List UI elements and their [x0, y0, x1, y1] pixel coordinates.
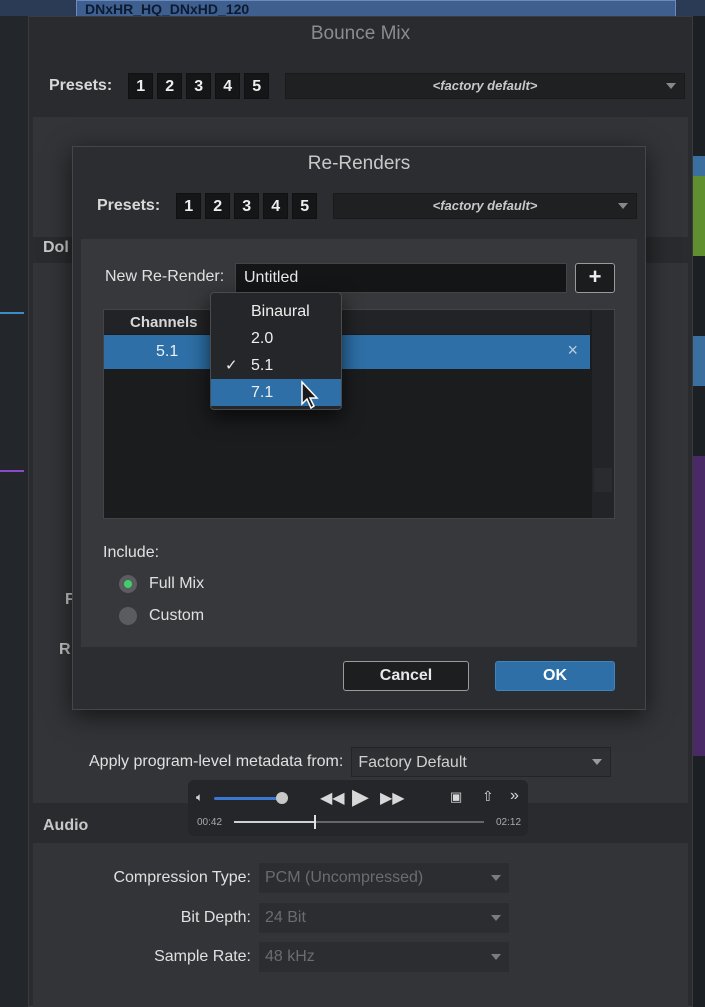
presets-label: Presets: — [49, 77, 113, 94]
menu-item-label: Binaural — [251, 303, 310, 320]
cancel-button[interactable]: Cancel — [343, 661, 469, 691]
re-renders-dialog: Re-Renders Presets: 1 2 3 4 5 <factory d… — [72, 146, 646, 710]
play-icon[interactable]: ▶ — [352, 784, 369, 810]
track-segment — [691, 336, 705, 386]
media-player: 🔈︎ ◀◀ ▶ ▶▶ ▣ ⇧ » 00:42 02:12 — [188, 780, 528, 836]
speaker-icon: 🔈︎ — [196, 790, 204, 804]
compression-label: Compression Type: — [113, 869, 251, 886]
sample-rate-value: 48 kHz — [265, 948, 315, 965]
sample-rate-row: Sample Rate: 48 kHz — [105, 942, 509, 972]
new-re-render-label: New Re-Render: — [105, 268, 225, 285]
total-time: 02:12 — [496, 817, 522, 828]
picture-in-picture-icon[interactable]: ▣ — [450, 789, 462, 805]
volume-slider[interactable] — [214, 797, 282, 800]
chevron-down-icon — [491, 954, 501, 960]
list-scrollbar[interactable] — [592, 310, 614, 518]
scrub-progress — [234, 821, 314, 823]
preset-select[interactable]: <factory default> — [285, 73, 685, 99]
preset-button-3[interactable]: 3 — [186, 73, 212, 99]
chevron-down-icon — [592, 759, 603, 765]
full-mix-label[interactable]: Full Mix — [149, 575, 204, 593]
chevron-down-icon — [666, 83, 676, 89]
volume-knob[interactable] — [276, 792, 288, 804]
include-label: Include: — [103, 544, 160, 561]
channel-value: 5.1 — [156, 343, 179, 360]
preset-button-5[interactable]: 5 — [244, 73, 270, 99]
preset-select[interactable]: <factory default> — [333, 193, 637, 219]
dialog-body: New Re-Render: Untitled + Channels 5.1 ×… — [81, 239, 637, 647]
bit-depth-value: 24 Bit — [265, 909, 306, 926]
scrollbar-thumb[interactable] — [594, 468, 612, 492]
presets-row: Presets: 1 2 3 4 5 — [49, 73, 273, 99]
chevron-down-icon — [618, 203, 628, 209]
compression-select[interactable]: PCM (Uncompressed) — [259, 863, 509, 893]
scrub-handle[interactable] — [314, 815, 316, 829]
full-mix-radio[interactable] — [119, 575, 137, 593]
chevron-right-icon[interactable]: » — [510, 787, 519, 805]
menu-item-label: 7.1 — [251, 384, 274, 401]
share-icon[interactable]: ⇧ — [482, 788, 494, 805]
preset-button-2[interactable]: 2 — [205, 193, 231, 219]
custom-label[interactable]: Custom — [149, 607, 204, 625]
custom-radio[interactable] — [119, 607, 137, 625]
menu-item-5-1[interactable]: ✓ 5.1 — [211, 352, 341, 379]
ok-button[interactable]: OK — [495, 661, 615, 691]
close-icon[interactable]: × — [567, 340, 578, 361]
chevron-down-icon — [491, 915, 501, 921]
channels-list: Channels 5.1 × — [103, 309, 615, 519]
rewind-icon[interactable]: ◀◀ — [320, 788, 345, 808]
daw-right-tracks — [691, 16, 705, 1007]
daw-track-line — [0, 312, 24, 314]
preset-button-5[interactable]: 5 — [292, 193, 318, 219]
bit-depth-select[interactable]: 24 Bit — [259, 903, 509, 933]
audio-section-label: Audio — [43, 817, 89, 834]
preset-button-1[interactable]: 1 — [176, 193, 202, 219]
add-re-render-button[interactable]: + — [575, 263, 615, 293]
menu-item-label: 2.0 — [251, 330, 274, 347]
menu-item-binaural[interactable]: Binaural — [211, 298, 341, 325]
compression-row: Compression Type: PCM (Uncompressed) — [105, 863, 509, 893]
bit-depth-row: Bit Depth: 24 Bit — [105, 903, 509, 933]
track-segment — [691, 456, 705, 756]
preset-button-3[interactable]: 3 — [234, 193, 260, 219]
current-time: 00:42 — [197, 817, 223, 828]
bit-depth-label: Bit Depth: — [180, 909, 251, 926]
apply-metadata-label: Apply program-level metadata from: — [89, 753, 344, 770]
sample-rate-select[interactable]: 48 kHz — [259, 942, 509, 972]
apply-metadata-select[interactable]: Factory Default — [351, 747, 612, 777]
checkmark-icon: ✓ — [225, 357, 238, 374]
compression-value: PCM (Uncompressed) — [265, 869, 424, 886]
apply-metadata-value: Factory Default — [358, 754, 467, 771]
preset-button-4[interactable]: 4 — [263, 193, 289, 219]
partial-label-r: R — [59, 641, 71, 658]
list-item[interactable]: 5.1 × — [104, 335, 590, 369]
mouse-pointer-icon — [301, 380, 319, 410]
menu-item-7-1[interactable]: 7.1 — [211, 379, 341, 406]
preset-button-2[interactable]: 2 — [157, 73, 183, 99]
fast-forward-icon[interactable]: ▶▶ — [380, 788, 405, 808]
dialog-title: Re-Renders — [307, 153, 411, 174]
preset-select-value: <factory default> — [432, 198, 538, 213]
sample-rate-label: Sample Rate: — [154, 948, 251, 965]
track-segment — [691, 176, 705, 256]
daw-track-line — [0, 470, 24, 472]
list-header: Channels — [104, 310, 590, 334]
channels-header: Channels — [130, 314, 198, 331]
menu-item-2-0[interactable]: 2.0 — [211, 325, 341, 352]
preset-button-4[interactable]: 4 — [215, 73, 241, 99]
channel-format-menu: Binaural 2.0 ✓ 5.1 7.1 — [210, 292, 342, 410]
preset-select-value: <factory default> — [432, 78, 538, 93]
window-title: Bounce Mix — [310, 23, 411, 44]
presets-label: Presets: — [97, 197, 161, 214]
apply-metadata-row: Apply program-level metadata from: Facto… — [89, 747, 612, 777]
preset-button-1[interactable]: 1 — [128, 73, 154, 99]
presets-row: Presets: 1 2 3 4 5 — [97, 193, 321, 219]
chevron-down-icon — [491, 875, 501, 881]
new-re-render-input[interactable]: Untitled — [235, 263, 567, 293]
menu-item-label: 5.1 — [251, 357, 274, 374]
dolby-section-label: Dol — [43, 239, 69, 256]
